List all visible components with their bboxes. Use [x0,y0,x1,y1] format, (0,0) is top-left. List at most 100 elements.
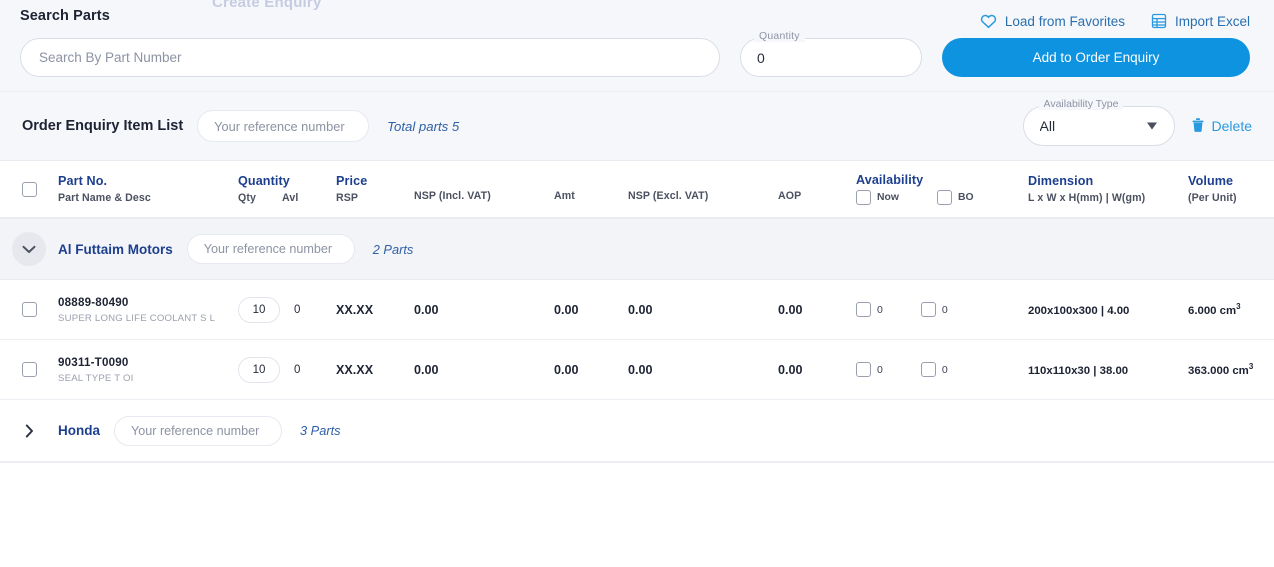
row-amt: 0.00 [554,362,579,377]
col-volume: Volume (Per Unit) [1188,174,1274,204]
part-no: 08889-80490 [58,295,129,309]
row-availability-bo-checkbox[interactable] [920,302,936,317]
part-description: SEAL TYPE T OI [58,372,134,384]
page-title-cutoff: Create Enquiry [212,0,322,11]
list-reference-number-input[interactable] [197,110,370,142]
cell-aop: 0.00 [778,361,856,379]
col-avl-sublabel: Avl [281,192,299,204]
group-row[interactable]: Al Futtaim Motors 2 Parts [0,218,1274,280]
load-from-favorites-button[interactable]: Load from Favorites [980,14,1125,29]
order-enquiry-list-title: Order Enquiry Item List [22,118,184,134]
group-name: Al Futtaim Motors [58,241,173,257]
row-nsp-incl-vat: 0.00 [414,362,439,377]
cell-availability: 0 0 [856,302,1028,317]
availability-bo-header-checkbox[interactable] [936,190,952,205]
row-volume: 6.000 cm3 [1188,301,1241,317]
row-select-checkbox[interactable] [21,302,37,317]
toolbar-right-actions: Availability Type Delete [1022,98,1252,146]
row-nsp-excl-vat: 0.00 [628,302,653,317]
col-nsp-excl-vat: NSP (Excl. VAT) [628,176,778,202]
cell-nsp-incl-vat: 0.00 [414,361,554,379]
cell-dimension: 200x100x300 | 4.00 [1028,301,1188,319]
delete-button[interactable]: Delete [1191,117,1252,136]
availability-type-label: Availability Type [1038,98,1124,110]
search-part-number-input[interactable] [20,38,720,77]
row-available-value: 0 [294,303,301,316]
total-parts-label: Total parts 5 [387,118,460,134]
cell-nsp-incl-vat: 0.00 [414,301,554,319]
cell-amt: 0.00 [554,301,628,319]
cell-part: 08889-80490 SUPER LONG LIFE COOLANT S L [58,296,238,324]
order-enquiry-list-toolbar: Order Enquiry Item List Total parts 5 Av… [0,92,1274,160]
group-expand-cell [0,414,58,448]
col-availability-label: Availability [856,173,924,187]
row-dimension: 110x110x30 | 38.00 [1028,364,1129,377]
quantity-input[interactable] [740,38,922,77]
availability-type-select[interactable] [1022,106,1175,146]
row-availability-now-checkbox[interactable] [856,302,871,317]
group-expand-cell [0,232,58,266]
cell-nsp-excl-vat: 0.00 [628,301,778,319]
col-quantity: Quantity Qty Avl [238,174,336,204]
cell-price: XX.XX [336,301,414,319]
cell-dimension: 110x110x30 | 38.00 [1028,361,1188,379]
row-availability-now-checkbox[interactable] [856,362,871,377]
col-nsp-incl-vat-label: NSP (Incl. VAT) [414,190,491,202]
col-dimension-label: Dimension [1028,174,1094,188]
col-volume-label: Volume [1188,174,1234,188]
table-footer-space [0,462,1274,558]
part-no: 90311-T0090 [58,355,129,369]
header-actions: Load from Favorites Import Excel [980,13,1250,29]
group-reference-number-input[interactable] [114,415,282,446]
cell-amt: 0.00 [554,361,628,379]
add-to-order-enquiry-button[interactable]: Add to Order Enquiry [942,38,1250,77]
cell-price: XX.XX [336,361,414,379]
row-availability-now-value: 0 [877,303,883,316]
col-amt: Amt [554,176,628,202]
col-dimension-sublabel: L x W x H(mm) | W(gm) [1028,192,1146,204]
col-availability-now-label: Now [877,192,899,203]
row-select-checkbox[interactable] [21,362,37,377]
import-excel-label: Import Excel [1174,13,1250,29]
order-enquiry-table: Part No. Part Name & Desc Quantity Qty A… [0,160,1274,558]
row-nsp-incl-vat: 0.00 [414,302,439,317]
table-header-row: Part No. Part Name & Desc Quantity Qty A… [0,160,1274,218]
row-nsp-excl-vat: 0.00 [628,362,653,377]
load-from-favorites-label: Load from Favorites [1004,13,1125,29]
group-parts-count: 3 Parts [300,423,341,438]
col-volume-sublabel: (Per Unit) [1188,192,1237,204]
col-availability-bo-label: BO [957,192,974,203]
chevron-right-icon[interactable] [12,414,46,448]
col-qty-sublabel: Qty [238,192,256,204]
row-availability-now-value: 0 [877,363,883,376]
row-aop: 0.00 [778,362,803,377]
table-row[interactable]: 08889-80490 SUPER LONG LIFE COOLANT S L … [0,280,1274,340]
search-parts-label: Search Parts [20,8,110,24]
quantity-label: Quantity [754,30,805,42]
row-availability-bo-checkbox[interactable] [920,362,936,377]
trash-icon [1191,117,1205,136]
select-all-cell [0,181,58,197]
group-name: Honda [58,423,100,438]
col-aop: AOP [778,176,856,202]
availability-now-header-checkbox[interactable] [856,190,871,205]
col-price-label: Price [336,174,368,188]
col-part-no-sublabel: Part Name & Desc [58,192,151,204]
row-select-cell [0,302,58,317]
row-quantity-input[interactable] [238,296,280,323]
cell-quantity: 0 [238,296,336,323]
cell-volume: 363.000 cm3 [1188,361,1274,379]
chevron-down-icon[interactable] [12,232,46,266]
group-reference-number-input[interactable] [186,234,355,264]
select-all-checkbox[interactable] [21,181,37,197]
row-amt: 0.00 [554,302,579,317]
cell-part: 90311-T0090 SEAL TYPE T OI [58,356,238,384]
group-row[interactable]: Honda 3 Parts [0,400,1274,462]
import-excel-button[interactable]: Import Excel [1151,13,1250,29]
delete-label: Delete [1211,118,1252,134]
table-row[interactable]: 90311-T0090 SEAL TYPE T OI 0 XX.XX 0.00 … [0,340,1274,400]
group-parts-count: 2 Parts [372,241,414,257]
cell-nsp-excl-vat: 0.00 [628,361,778,379]
part-description: SUPER LONG LIFE COOLANT S L [58,312,216,324]
row-quantity-input[interactable] [238,356,280,383]
